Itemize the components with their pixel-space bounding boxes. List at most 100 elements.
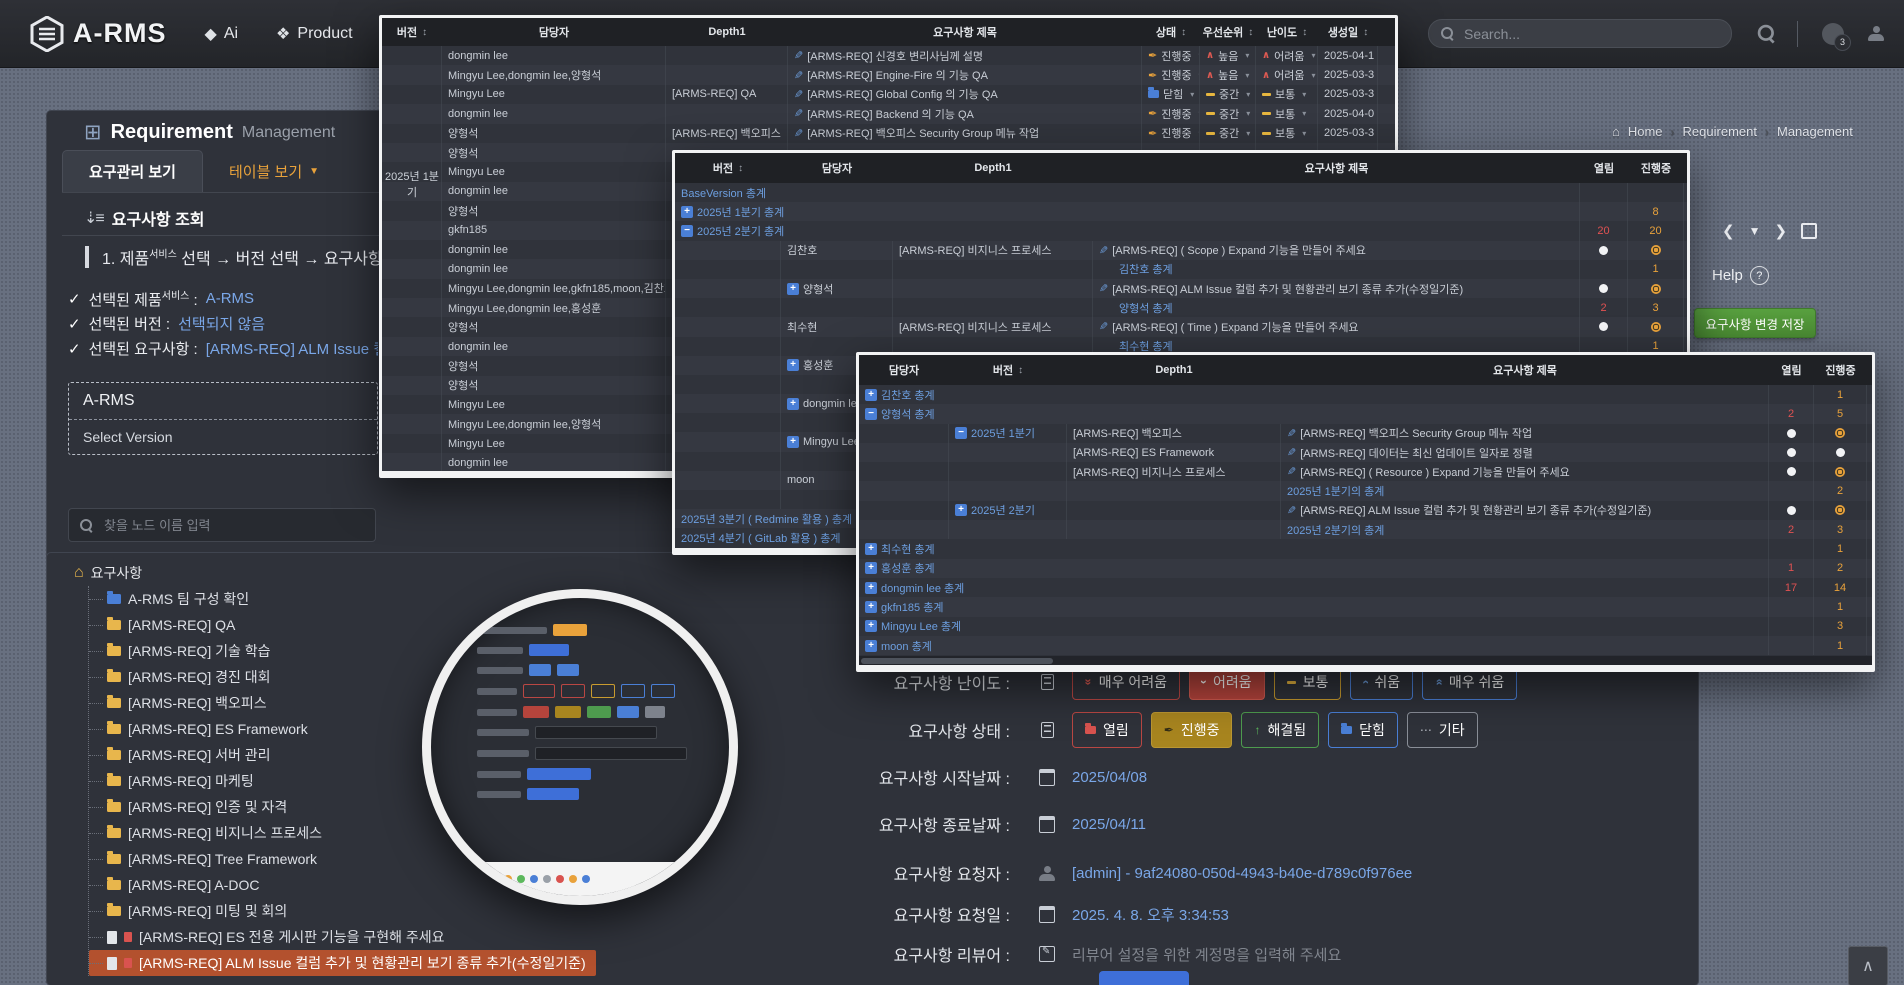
- reviewer-save-button-partial[interactable]: [1099, 971, 1189, 985]
- pencil-icon[interactable]: ✎: [794, 107, 803, 120]
- search-box[interactable]: [1428, 19, 1732, 48]
- expand-icon[interactable]: +: [865, 562, 877, 574]
- field-value[interactable]: 2025. 4. 8. 오후 3:34:53: [1072, 904, 1229, 925]
- pencil-icon[interactable]: ✎: [1099, 282, 1108, 295]
- table-row[interactable]: 김찬호[ARMS-REQ] 비지니스 프로세스✎[ARMS-REQ] ( Sco…: [675, 241, 1687, 260]
- column-header[interactable]: 진행중: [1628, 153, 1684, 183]
- nav-item-ai[interactable]: ◆Ai: [205, 24, 239, 44]
- table-row[interactable]: +2025년 2분기✎[ARMS-REQ] ALM Issue 컬럼 추가 및 …: [859, 501, 1872, 520]
- option-button-진행중[interactable]: ✒진행중: [1151, 712, 1233, 748]
- table-row[interactable]: Mingyu Lee[ARMS-REQ] QA✎[ARMS-REQ] Globa…: [382, 85, 1395, 104]
- option-button-닫힘[interactable]: 닫힘: [1328, 712, 1398, 748]
- table-row[interactable]: [ARMS-REQ] 비지니스 프로세스✎[ARMS-REQ] ( Resour…: [859, 462, 1872, 481]
- expand-icon[interactable]: +: [955, 504, 967, 516]
- expand-icon[interactable]: +: [865, 601, 877, 613]
- pencil-icon[interactable]: ✎: [794, 88, 803, 101]
- expand-icon[interactable]: +: [865, 582, 877, 594]
- table-row[interactable]: −양형석 총계25: [859, 404, 1872, 423]
- column-header[interactable]: 버전↕: [382, 18, 442, 46]
- expand-icon[interactable]: +: [787, 283, 799, 295]
- column-header[interactable]: 열림: [1769, 355, 1814, 385]
- table-row[interactable]: +gkfn185 총계1: [859, 597, 1872, 616]
- tree-root[interactable]: ⌂ 요구사항: [74, 560, 634, 586]
- table-row[interactable]: 최수현[ARMS-REQ] 비지니스 프로세스✎[ARMS-REQ] ( Tim…: [675, 317, 1687, 336]
- pencil-icon[interactable]: ✎: [794, 127, 803, 140]
- search-input[interactable]: [1462, 25, 1686, 43]
- expand-icon[interactable]: +: [787, 436, 799, 448]
- option-button-기타[interactable]: ⋯기타: [1407, 712, 1478, 748]
- table-row[interactable]: [ARMS-REQ] ES Framework✎[ARMS-REQ] 데이터는 …: [859, 443, 1872, 462]
- sort-icon[interactable]: ↕: [1248, 27, 1253, 38]
- column-header[interactable]: 상태↕: [1142, 18, 1200, 46]
- pencil-icon[interactable]: ✎: [1287, 504, 1296, 517]
- sort-icon[interactable]: ↕: [1018, 365, 1023, 376]
- column-header[interactable]: 담당자: [859, 355, 949, 385]
- table-row[interactable]: +홍성훈 총계12: [859, 559, 1872, 578]
- column-header[interactable]: 담당자: [442, 18, 666, 46]
- notifications-icon[interactable]: 3: [1822, 23, 1844, 45]
- collapse-icon[interactable]: −: [865, 408, 877, 420]
- scrollbar-thumb[interactable]: [861, 658, 1053, 664]
- horizontal-scrollbar[interactable]: [859, 656, 1872, 665]
- table-row[interactable]: 2025년 1분기의 총계2: [859, 481, 1872, 500]
- pencil-icon[interactable]: ✎: [1287, 427, 1296, 440]
- pencil-icon[interactable]: ✎: [1287, 465, 1296, 478]
- field-value[interactable]: [admin] - 9af24080-050d-4943-b40e-d789c0…: [1072, 865, 1412, 882]
- column-header[interactable]: Depth1: [1067, 355, 1281, 385]
- column-header[interactable]: 열림: [1580, 153, 1628, 183]
- table-row[interactable]: +moon 총계1: [859, 636, 1872, 655]
- column-header[interactable]: 우선순위↕: [1200, 18, 1256, 46]
- chevron-right-icon[interactable]: ❯: [1774, 222, 1787, 240]
- column-header[interactable]: 요구사항 제목: [1281, 355, 1769, 385]
- column-header[interactable]: 생성일↕: [1318, 18, 1378, 46]
- collapse-icon[interactable]: −: [681, 225, 693, 237]
- tab-requirement-view[interactable]: 요구관리 보기: [62, 150, 203, 192]
- pencil-icon[interactable]: ✎: [1287, 446, 1296, 459]
- selected-product[interactable]: A-RMS: [69, 383, 377, 420]
- breadcrumb-requirement[interactable]: Requirement: [1683, 124, 1757, 139]
- expand-icon[interactable]: +: [787, 359, 799, 371]
- option-button-해결됨[interactable]: ↑해결됨: [1241, 712, 1319, 748]
- table-row[interactable]: +양형석✎[ARMS-REQ] ALM Issue 컬럼 추가 및 현황관리 보…: [675, 279, 1687, 298]
- column-header[interactable]: 요구사항 제목: [1093, 153, 1580, 183]
- search-submit-icon[interactable]: [1760, 27, 1773, 40]
- sort-icon[interactable]: ↕: [422, 27, 427, 38]
- table-row[interactable]: +김찬호 총계1: [859, 385, 1872, 404]
- column-header[interactable]: 담당자: [781, 153, 893, 183]
- sort-icon[interactable]: ↕: [1302, 27, 1307, 38]
- help-link[interactable]: Help?: [1712, 266, 1769, 285]
- expand-icon[interactable]: +: [865, 640, 877, 652]
- table-row[interactable]: 김찬호 총계1: [675, 260, 1687, 279]
- sort-icon[interactable]: ↕: [1363, 27, 1368, 38]
- table-row[interactable]: Mingyu Lee,dongmin lee,양형석✎[ARMS-REQ] En…: [382, 65, 1395, 84]
- sort-icon[interactable]: ↕: [1181, 27, 1186, 38]
- scroll-to-top-button[interactable]: ∧: [1848, 946, 1888, 985]
- expand-icon[interactable]: +: [865, 543, 877, 555]
- sort-icon[interactable]: ↕: [738, 163, 743, 174]
- select-version[interactable]: Select Version: [69, 420, 377, 454]
- chevron-down-icon[interactable]: ▼: [1749, 224, 1761, 238]
- table-row[interactable]: 양형석[ARMS-REQ] 백오피스✎[ARMS-REQ] 백오피스 Secur…: [382, 124, 1395, 143]
- column-header[interactable]: 버전↕: [949, 355, 1067, 385]
- column-header[interactable]: Depth1: [666, 18, 788, 46]
- table-row[interactable]: +최수현 총계1: [859, 539, 1872, 558]
- chevron-left-icon[interactable]: ❮: [1722, 222, 1735, 240]
- table-row[interactable]: dongmin lee✎[ARMS-REQ] 신경호 변리사님께 설명✒진행중∧…: [382, 46, 1395, 65]
- table-row[interactable]: −2025년 1분기[ARMS-REQ] 백오피스✎[ARMS-REQ] 백오피…: [859, 424, 1872, 443]
- column-header[interactable]: 버전↕: [675, 153, 781, 183]
- expand-icon[interactable]: +: [681, 206, 693, 218]
- table-row[interactable]: 2025년 2분기의 총계23: [859, 520, 1872, 539]
- table-row[interactable]: dongmin lee✎[ARMS-REQ] Backend 의 기능 QA✒진…: [382, 104, 1395, 123]
- option-button-열림[interactable]: 열림: [1072, 712, 1142, 748]
- tree-item[interactable]: [ARMS-REQ] ES 전용 게시판 기능을 구현해 주세요: [89, 924, 634, 950]
- column-header[interactable]: 요구사항 제목: [788, 18, 1142, 46]
- table-row[interactable]: +2025년 1분기 총계8: [675, 202, 1687, 221]
- expand-icon[interactable]: +: [787, 398, 799, 410]
- app-logo[interactable]: A-RMS: [30, 16, 167, 52]
- expand-icon[interactable]: +: [865, 620, 877, 632]
- table-row[interactable]: 양형석 총계23: [675, 298, 1687, 317]
- column-header[interactable]: 난이도↕: [1256, 18, 1318, 46]
- expand-icon[interactable]: +: [865, 389, 877, 401]
- table-row[interactable]: BaseVersion 총계: [675, 183, 1687, 202]
- collapse-icon[interactable]: −: [955, 427, 967, 439]
